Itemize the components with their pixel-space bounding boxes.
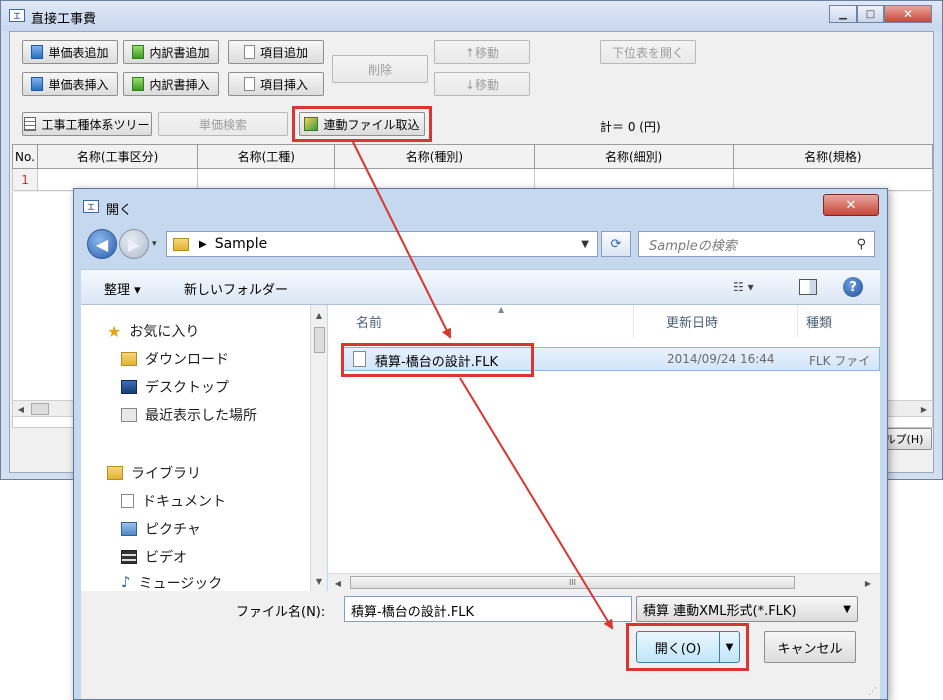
arrow-import-to-file <box>351 139 451 339</box>
arrow-file-to-open <box>459 377 614 630</box>
annotation-arrows <box>351 139 614 630</box>
